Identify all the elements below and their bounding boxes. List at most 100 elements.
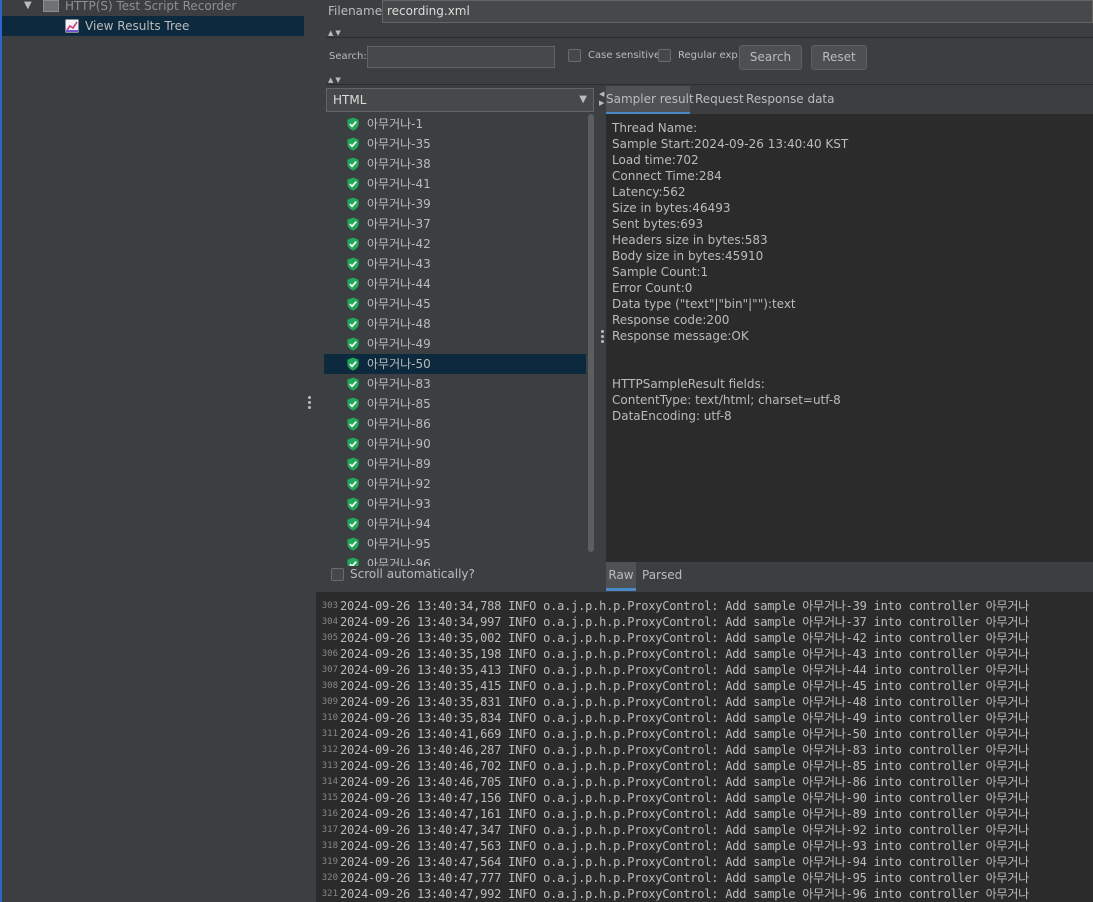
success-shield-icon [347,217,359,231]
grip-dot [308,401,311,404]
log-line: 314 2024-09-26 13:40:46,705 INFO o.a.j.p.… [316,774,1093,790]
log-line-number: 319 [321,857,338,867]
result-item[interactable]: 아무거나-96 [324,554,586,566]
search-input[interactable] [367,46,555,68]
result-item[interactable]: 아무거나-39 [324,194,586,214]
result-item[interactable]: 아무거나-95 [324,534,586,554]
log-line-text: 2024-09-26 13:40:35,834 INFO o.a.j.p.h.p… [340,711,1029,725]
results-list[interactable]: 아무거나-1 아무거나-35 아무거나-38 아무거나-41 아무거나-39 아무거나-3… [324,114,586,566]
result-item[interactable]: 아무거나-92 [324,474,586,494]
success-shield-icon [347,557,359,566]
sampler-line: Error Count:0 [612,281,693,295]
regex-label: Regular exp. [678,50,741,61]
result-item-label: 아무거나-37 [367,217,431,231]
results-scrollbar[interactable] [588,114,594,552]
sampler-line: Response message:OK [612,329,749,343]
grip-dot [308,406,311,409]
result-item[interactable]: 아무거나-85 [324,394,586,414]
log-line-text: 2024-09-26 13:40:41,669 INFO o.a.j.p.h.p… [340,727,1029,741]
result-item-label: 아무거나-45 [367,297,431,311]
case-sensitive-checkbox[interactable] [568,49,581,62]
chevron-down-icon[interactable]: ▼ [579,89,587,111]
result-item[interactable]: 아무거나-89 [324,454,586,474]
divider [326,84,1093,85]
log-line-number: 307 [321,665,338,675]
result-item[interactable]: 아무거나-45 [324,294,586,314]
sampler-line: Data type ("text"|"bin"|""):text [612,297,796,311]
result-item[interactable]: 아무거나-43 [324,254,586,274]
result-item[interactable]: 아무거나-90 [324,434,586,454]
log-line-text: 2024-09-26 13:40:35,413 INFO o.a.j.p.h.p… [340,663,1029,677]
success-shield-icon [347,437,359,451]
log-line: 304 2024-09-26 13:40:34,997 INFO o.a.j.p.… [316,614,1093,630]
result-item[interactable]: 아무거나-38 [324,154,586,174]
regex-checkbox[interactable] [658,49,671,62]
renderer-select[interactable]: HTML ▼ [326,88,594,112]
sampler-line: Size in bytes:46493 [612,201,731,215]
log-line-text: 2024-09-26 13:40:34,788 INFO o.a.j.p.h.p… [340,599,1029,613]
collapse-arrows[interactable]: ◀ ▶ [599,90,604,108]
tree-item-recorder[interactable]: ▼ HTTP(S) Test Script Recorder [2,0,304,16]
result-item[interactable]: 아무거나-86 [324,414,586,434]
log-line-number: 315 [321,793,338,803]
log-panel[interactable]: 303 2024-09-26 13:40:34,788 INFO o.a.j.p.… [316,592,1093,902]
vertical-splitter[interactable] [304,0,316,592]
grip-dot [601,340,604,343]
case-sensitive-label: Case sensitive [588,50,661,61]
result-item[interactable]: 아무거나-50 [324,354,586,374]
log-line: 307 2024-09-26 13:40:35,413 INFO o.a.j.p.… [316,662,1093,678]
test-plan-tree: ▼ HTTP(S) Test Script Recorder View Resu… [0,0,304,902]
result-item[interactable]: 아무거나-49 [324,334,586,354]
log-line-text: 2024-09-26 13:40:35,415 INFO o.a.j.p.h.p… [340,679,1029,693]
success-shield-icon [347,137,359,151]
reset-button[interactable]: Reset [811,45,867,70]
tree-item-view-results-tree[interactable]: View Results Tree [2,16,304,36]
filename-input[interactable]: recording.xml [382,0,1093,23]
success-shield-icon [347,237,359,251]
tree-item-label: HTTP(S) Test Script Recorder [65,0,237,13]
log-line: 319 2024-09-26 13:40:47,564 INFO o.a.j.p.… [316,854,1093,870]
success-shield-icon [347,517,359,531]
log-line: 308 2024-09-26 13:40:35,415 INFO o.a.j.p.… [316,678,1093,694]
result-item[interactable]: 아무거나-42 [324,234,586,254]
log-line: 311 2024-09-26 13:40:41,669 INFO o.a.j.p.… [316,726,1093,742]
result-item-label: 아무거나-41 [367,177,431,191]
result-item[interactable]: 아무거나-94 [324,514,586,534]
log-line-number: 309 [321,697,338,707]
result-item[interactable]: 아무거나-35 [324,134,586,154]
tab-raw[interactable]: Raw [606,562,636,591]
result-item[interactable]: 아무거나-44 [324,274,586,294]
result-item[interactable]: 아무거나-93 [324,494,586,514]
result-item[interactable]: 아무거나-1 [324,114,586,134]
result-item[interactable]: 아무거나-83 [324,374,586,394]
result-item[interactable]: 아무거나-37 [324,214,586,234]
tab-parsed[interactable]: Parsed [642,562,682,588]
sampler-line: Connect Time:284 [612,169,722,183]
tab-request[interactable]: Request [695,86,744,112]
chevron-down-icon[interactable]: ▼ [24,0,32,16]
result-item[interactable]: 아무거나-41 [324,174,586,194]
sampler-line: ContentType: text/html; charset=utf-8 [612,393,841,407]
result-item-label: 아무거나-85 [367,397,431,411]
collapse-arrows[interactable]: ▲▼ [328,30,343,37]
log-line: 309 2024-09-26 13:40:35,831 INFO o.a.j.p.… [316,694,1093,710]
success-shield-icon [347,277,359,291]
log-line-number: 313 [321,761,338,771]
tree-item-label: View Results Tree [85,19,190,33]
success-shield-icon [347,457,359,471]
search-button[interactable]: Search [739,45,802,70]
result-item[interactable]: 아무거나-48 [324,314,586,334]
success-shield-icon [347,357,359,371]
success-shield-icon [347,197,359,211]
result-item-label: 아무거나-83 [367,377,431,391]
log-line: 318 2024-09-26 13:40:47,563 INFO o.a.j.p.… [316,838,1093,854]
log-line-text: 2024-09-26 13:40:34,997 INFO o.a.j.p.h.p… [340,615,1029,629]
sampler-result-body[interactable]: Thread Name: Sample Start:2024-09-26 13:4… [606,114,1093,562]
tab-response-data[interactable]: Response data [746,86,834,112]
log-line-text: 2024-09-26 13:40:46,287 INFO o.a.j.p.h.p… [340,743,1029,757]
grip-dot [601,330,604,333]
collapse-arrows[interactable]: ▲▼ [328,77,343,84]
scroll-auto-checkbox[interactable] [331,568,344,581]
tab-sampler-result[interactable]: Sampler result [606,86,694,115]
log-line-text: 2024-09-26 13:40:47,347 INFO o.a.j.p.h.p… [340,823,1029,837]
